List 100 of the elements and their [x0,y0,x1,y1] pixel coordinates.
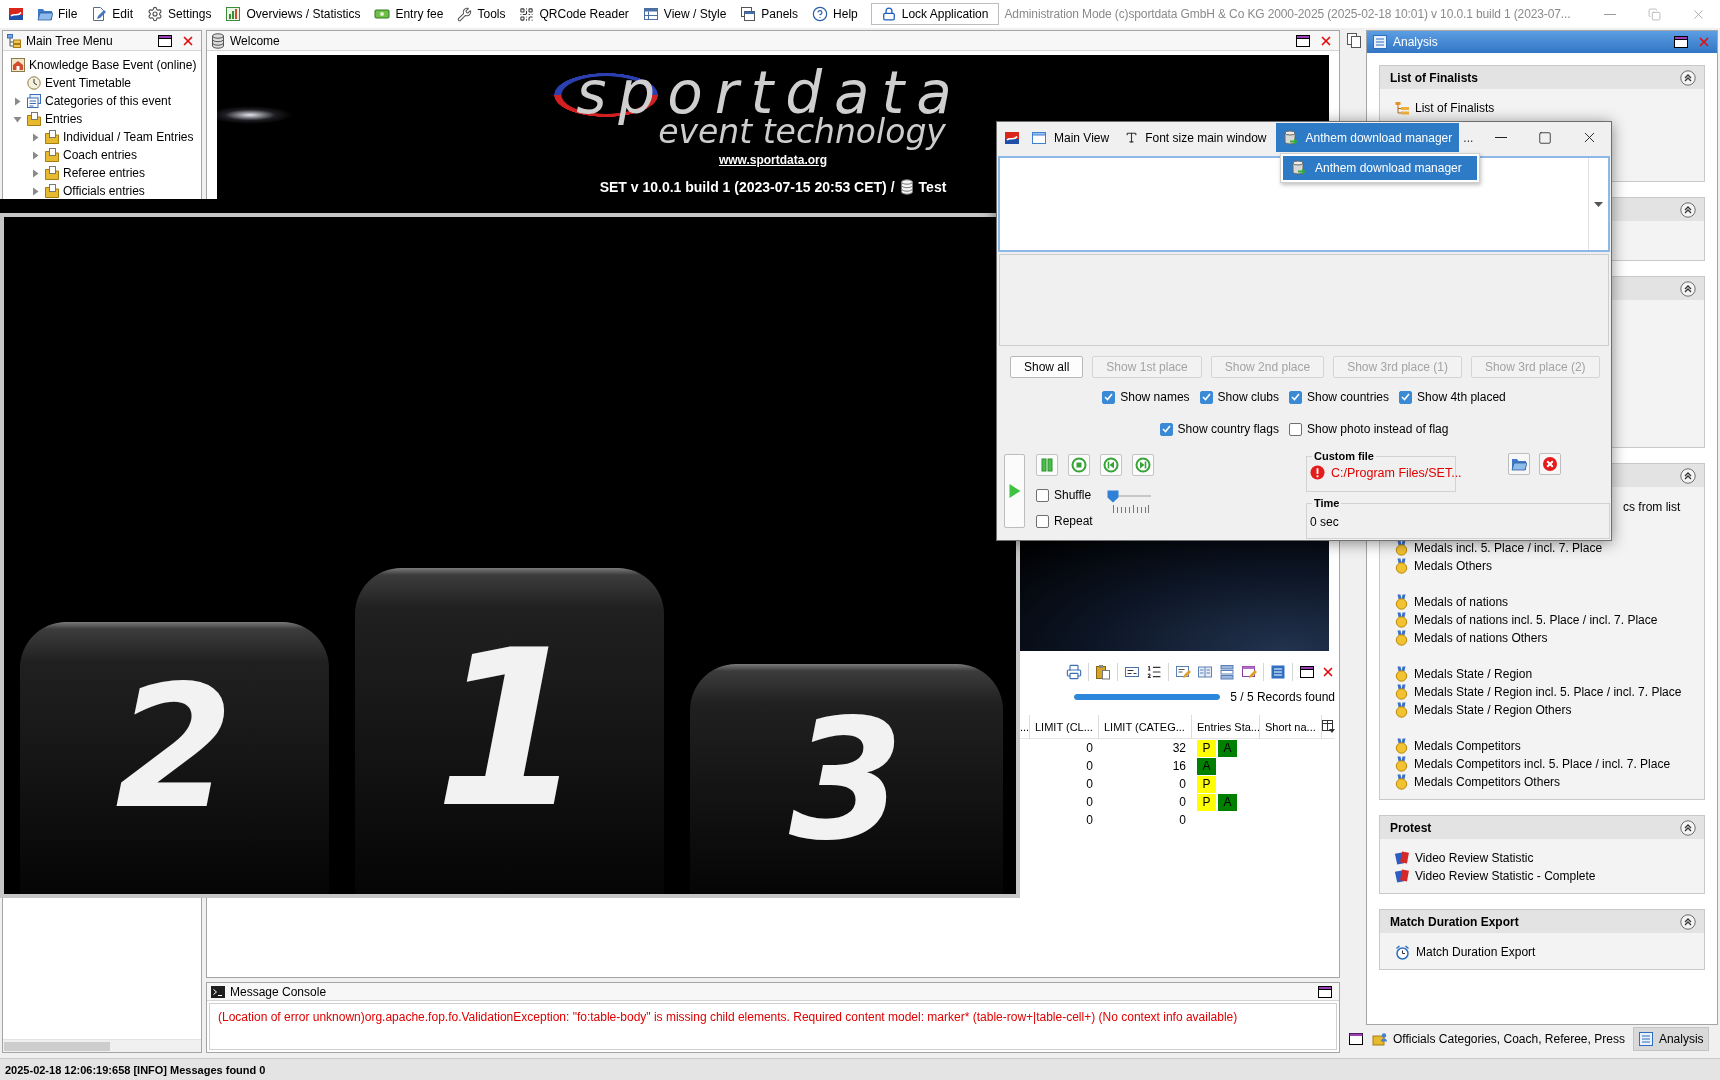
clipboard-icon[interactable] [1095,664,1111,680]
checkbox-label[interactable]: Show country flags [1177,422,1279,436]
rows-icon[interactable] [1219,664,1235,680]
website-link[interactable]: www.sportdata.org [718,153,828,167]
panel-tab[interactable]: Analysis [1632,1027,1709,1051]
report-link[interactable]: Medals Competitors Others [1414,775,1561,789]
form-icon[interactable] [1124,664,1140,680]
scrollbar-thumb[interactable] [4,1041,110,1051]
column-header[interactable]: Entries Sta... [1192,715,1260,739]
expander-icon[interactable] [30,168,40,178]
tree-item[interactable]: Categories of this event [45,94,172,108]
checkbox[interactable] [1036,514,1049,528]
toolbar-tab[interactable]: Font size main window [1118,123,1274,152]
stop-button[interactable] [1068,454,1090,476]
tree-item[interactable]: Coach entries [63,148,138,162]
menu-item[interactable]: Tools [456,3,507,25]
collapse-icon[interactable] [1680,467,1696,484]
report-link[interactable]: Medals of nations [1414,595,1509,609]
pause-button[interactable] [1036,454,1058,476]
menu-item[interactable]: Help [811,3,859,25]
pages-icon[interactable] [1346,32,1362,48]
tree-item[interactable]: Individual / Team Entries [63,130,194,144]
report-link[interactable]: Video Review Statistic - Complete [1415,869,1596,883]
menu-item[interactable]: Settings [146,3,213,25]
tree-item[interactable]: Referee entries [63,166,146,180]
window-icon[interactable] [1348,1031,1364,1047]
checkbox[interactable] [1199,390,1213,404]
checkbox-label[interactable]: Show names [1120,390,1190,404]
browse-button[interactable] [1508,453,1530,475]
checkbox-label[interactable]: Show 4th placed [1417,390,1506,404]
report-link[interactable]: Video Review Statistic [1415,851,1534,865]
previous-button[interactable] [1100,454,1122,476]
menu-item[interactable]: Anthem download manager [1283,156,1477,180]
tree-item[interactable]: Entries [45,112,83,126]
collapse-icon[interactable] [1680,69,1696,86]
report-link[interactable]: Match Duration Export [1416,945,1536,959]
collapse-icon[interactable] [1680,201,1696,218]
checkbox[interactable] [1159,422,1173,436]
checkbox-label[interactable]: Show countries [1307,390,1390,404]
expander-icon[interactable] [30,150,40,160]
next-button[interactable] [1132,454,1154,476]
report-link[interactable]: Medals Others [1414,559,1493,573]
menu-item[interactable]: Panels [739,3,800,25]
checkbox-label[interactable]: Repeat [1054,514,1093,528]
column-header[interactable]: ... [1020,715,1030,739]
column-chooser-icon[interactable] [1322,720,1335,733]
form-edit-icon[interactable] [1241,664,1257,680]
maximize-icon[interactable] [1673,34,1689,50]
report-link[interactable]: Medals of nations Others [1414,631,1548,645]
column-header[interactable]: LIMIT (CATEG... [1099,715,1192,739]
menu-item[interactable]: QRCode Reader [518,3,630,25]
overflow-menu[interactable]: ... [1459,130,1478,145]
tree-item[interactable]: Knowledge Base Event (online) [29,58,197,72]
report-link[interactable]: Medals incl. 5. Place / incl. 7. Place [1414,541,1603,555]
filter-button[interactable]: Show all [1010,356,1084,378]
checkbox[interactable] [1102,390,1116,404]
checkbox[interactable] [1036,488,1049,502]
menu-item[interactable]: File [36,3,79,25]
menu-item[interactable]: Entry fee [373,3,445,25]
lock-button[interactable]: Lock Application [870,3,1000,25]
collapse-icon[interactable] [1680,280,1696,297]
anthem-select-field[interactable] [998,156,1610,252]
play-button[interactable] [1004,454,1025,528]
expander-icon[interactable] [30,132,40,142]
column-header[interactable]: LIMIT (CL... [1030,715,1099,739]
slider-thumb[interactable] [1106,490,1119,503]
report-link[interactable]: Medals of nations incl. 5. Place / incl. 7. Place [1414,613,1658,627]
menu-item[interactable]: Edit [90,3,135,25]
numbered-list-icon[interactable] [1146,664,1162,680]
checkbox[interactable] [1399,390,1413,404]
report-link[interactable]: Medals State / Region [1414,667,1533,681]
expander-icon[interactable] [12,96,22,106]
panel-tab[interactable]: Officials Categories, Coach, Referee, Press [1367,1027,1630,1051]
checkbox-label[interactable]: Shuffle [1054,488,1092,502]
checkbox-label[interactable]: Show photo instead of flag [1306,422,1449,436]
maximize-icon[interactable] [1299,664,1315,680]
form-edit-icon[interactable] [1175,664,1191,680]
collapse-icon[interactable] [1680,913,1696,930]
horizontal-scrollbar[interactable] [3,1039,201,1052]
expander-icon[interactable] [12,114,22,124]
menu-item[interactable]: View / Style [641,3,728,25]
printer-icon[interactable] [1066,664,1082,680]
menu-item[interactable]: Overviews / Statistics [224,3,362,25]
close-icon[interactable] [1321,665,1335,679]
toolbar-tab[interactable]: Main View [1024,123,1117,152]
report-link[interactable]: Medals Competitors incl. 5. Place / incl. 7. Place [1414,757,1671,771]
checkbox[interactable] [1288,422,1302,436]
checkbox[interactable] [1289,390,1302,404]
columns-icon[interactable] [1197,664,1213,680]
tree-item[interactable]: Event Timetable [45,76,132,90]
report-link[interactable]: Medals State / Region Others [1414,703,1572,717]
list-icon[interactable] [1270,664,1286,680]
report-link[interactable]: Medals Competitors [1414,739,1521,753]
report-link[interactable]: cs from list [1623,500,1681,514]
report-link[interactable]: Medals State / Region incl. 5. Place / incl. 7. Place [1414,685,1682,699]
expander-icon[interactable] [30,186,40,196]
report-link[interactable]: List of Finalists [1415,101,1495,115]
checkbox-label[interactable]: Show clubs [1217,390,1279,404]
toolbar-tab[interactable]: Anthem download manager [1275,123,1460,152]
delete-button[interactable] [1539,453,1561,475]
